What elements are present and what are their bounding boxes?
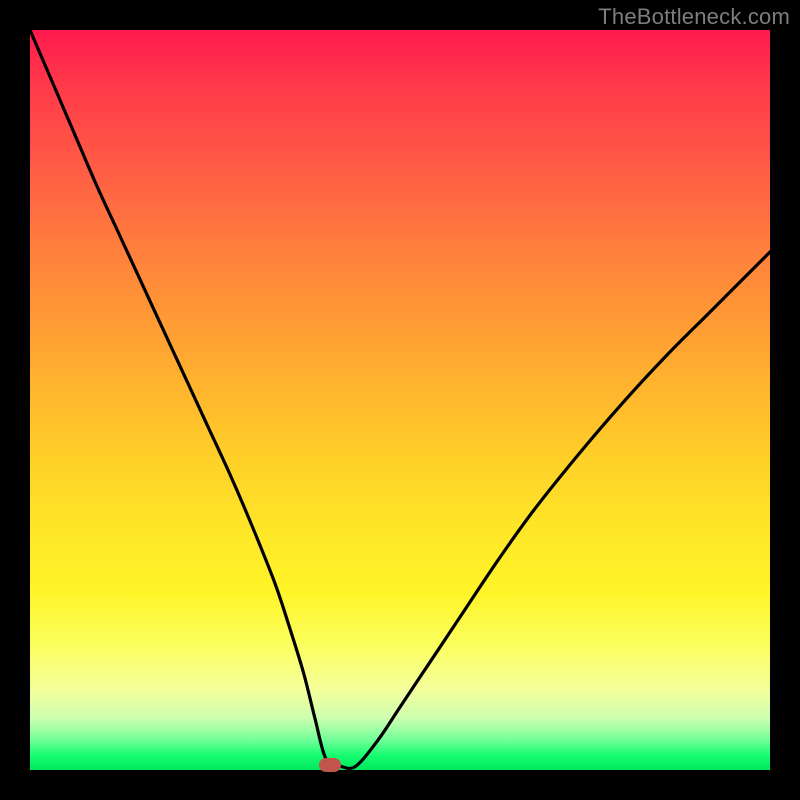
watermark-text: TheBottleneck.com [598, 4, 790, 30]
plot-area [30, 30, 770, 770]
bottleneck-curve [30, 30, 770, 770]
optimal-point-marker [319, 758, 341, 772]
chart-frame: TheBottleneck.com [0, 0, 800, 800]
